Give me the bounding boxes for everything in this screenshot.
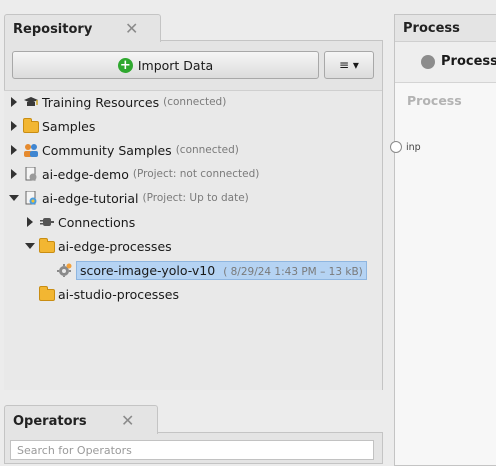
- tree-item-label: score-image-yolo-v10: [80, 262, 216, 278]
- folder-open-icon: [39, 238, 55, 253]
- operators-tab-title: Operators: [13, 414, 87, 429]
- process-toolbar: Process: [395, 42, 496, 83]
- input-port-label: inp: [406, 142, 421, 153]
- tree-item-label: Connections: [58, 214, 136, 230]
- tree-item-selection: score-image-yolo-v10 ( 8/29/24 1:43 PM –…: [76, 260, 367, 280]
- expand-arrow-icon[interactable]: [8, 144, 20, 156]
- search-placeholder: Search for Operators: [17, 444, 132, 457]
- tree-item-label: ai-edge-processes: [58, 238, 172, 254]
- tree-item-label: ai-studio-processes: [58, 286, 180, 302]
- tree-item-connections[interactable]: Connections: [24, 211, 135, 233]
- tree-item-ai-studio-processes[interactable]: ai-studio-processes: [36, 283, 179, 305]
- expand-arrow-icon[interactable]: [8, 168, 20, 180]
- connection-plug-icon: [39, 215, 55, 229]
- tree-item-training-resources[interactable]: Training Resources (connected): [8, 91, 226, 113]
- tree-item-community-samples[interactable]: Community Samples (connected): [8, 139, 239, 161]
- close-icon[interactable]: ✕: [125, 21, 138, 37]
- tree-item-score-image-yolo-v10[interactable]: score-image-yolo-v10 ( 8/29/24 1:43 PM –…: [54, 259, 367, 281]
- repository-tree: Training Resources (connected) Samples C…: [4, 90, 382, 390]
- repository-menu-button[interactable]: ≡ ▾: [324, 51, 374, 79]
- tree-item-samples[interactable]: Samples: [8, 115, 95, 137]
- tree-item-ai-edge-tutorial[interactable]: ai-edge-tutorial (Project: Up to date): [8, 187, 249, 209]
- collapse-arrow-icon[interactable]: [24, 240, 36, 252]
- operators-tab[interactable]: Operators ✕: [4, 405, 158, 434]
- repository-tab-title: Repository: [13, 22, 93, 37]
- operators-search-input[interactable]: Search for Operators: [10, 440, 374, 460]
- graduation-cap-icon: [23, 95, 39, 109]
- tree-item-ai-edge-demo[interactable]: ai-edge-demo (Project: not connected): [8, 163, 259, 185]
- process-breadcrumb[interactable]: Process: [441, 54, 496, 69]
- process-tab-title: Process: [403, 21, 460, 36]
- tree-item-status: (Project: not connected): [132, 168, 260, 180]
- process-tab-header[interactable]: Process: [395, 15, 496, 42]
- tree-item-status: ( 8/29/24 1:43 PM – 13 kB): [223, 265, 363, 278]
- expand-arrow-icon[interactable]: [8, 96, 20, 108]
- close-icon[interactable]: ✕: [121, 413, 134, 429]
- folder-icon: [23, 118, 39, 133]
- import-data-button[interactable]: + Import Data: [12, 51, 319, 79]
- tree-item-label: Samples: [42, 118, 96, 134]
- input-port[interactable]: [390, 141, 402, 153]
- add-icon: +: [117, 57, 133, 73]
- expand-arrow-icon[interactable]: [24, 216, 36, 228]
- project-icon: [23, 190, 39, 205]
- repository-tab[interactable]: Repository ✕: [4, 14, 161, 42]
- collapse-arrow-icon[interactable]: [8, 192, 20, 204]
- process-gear-icon: [57, 263, 73, 278]
- process-canvas-label: Process: [407, 93, 462, 108]
- expand-arrow-icon[interactable]: [8, 120, 20, 132]
- import-data-label: Import Data: [137, 57, 214, 73]
- tree-item-label: Community Samples: [42, 142, 172, 158]
- people-icon: [23, 143, 39, 157]
- process-circle-icon: [421, 55, 435, 69]
- tree-item-label: ai-edge-demo: [42, 166, 129, 182]
- project-icon: [23, 166, 39, 181]
- tree-item-status: (connected): [163, 96, 227, 108]
- tree-item-label: ai-edge-tutorial: [42, 190, 139, 206]
- tree-item-status: (connected): [175, 144, 239, 156]
- tree-item-label: Training Resources: [42, 94, 160, 110]
- menu-icon: ≡ ▾: [339, 58, 359, 72]
- tree-item-ai-edge-processes[interactable]: ai-edge-processes: [24, 235, 172, 257]
- tree-item-status: (Project: Up to date): [142, 192, 249, 204]
- folder-icon: [39, 286, 55, 301]
